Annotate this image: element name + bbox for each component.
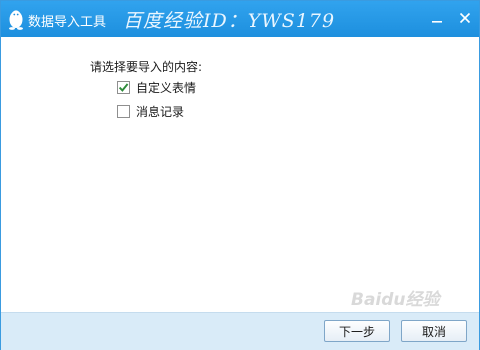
baidu-watermark: Baidu经验 bbox=[351, 290, 440, 310]
title-bar[interactable]: 数据导入工具 百度经验ID：YWS179 bbox=[1, 1, 479, 37]
qq-penguin-icon bbox=[9, 10, 23, 30]
custom-emoji-label: 自定义表情 bbox=[136, 80, 197, 95]
minimize-icon[interactable] bbox=[429, 10, 445, 26]
message-history-label: 消息记录 bbox=[136, 104, 185, 119]
dialog-footer: 下一步 取消 bbox=[1, 312, 479, 350]
option-message-history[interactable]: 消息记录 bbox=[117, 103, 184, 119]
option-custom-emoji[interactable]: 自定义表情 bbox=[117, 79, 196, 95]
watermark-id: 百度经验ID：YWS179 bbox=[123, 10, 336, 32]
next-button[interactable]: 下一步 bbox=[324, 320, 390, 342]
dialog-window: 数据导入工具 百度经验ID：YWS179 请选择要导入的内容: 自定义表情 消息… bbox=[0, 0, 480, 350]
checkmark-icon bbox=[118, 82, 129, 92]
import-prompt: 请选择要导入的内容: bbox=[90, 60, 203, 74]
cancel-button[interactable]: 取消 bbox=[401, 320, 467, 342]
message-history-checkbox[interactable] bbox=[117, 104, 130, 118]
window-title: 数据导入工具 bbox=[28, 15, 107, 30]
custom-emoji-checkbox[interactable] bbox=[117, 80, 130, 94]
close-icon[interactable] bbox=[457, 10, 473, 26]
